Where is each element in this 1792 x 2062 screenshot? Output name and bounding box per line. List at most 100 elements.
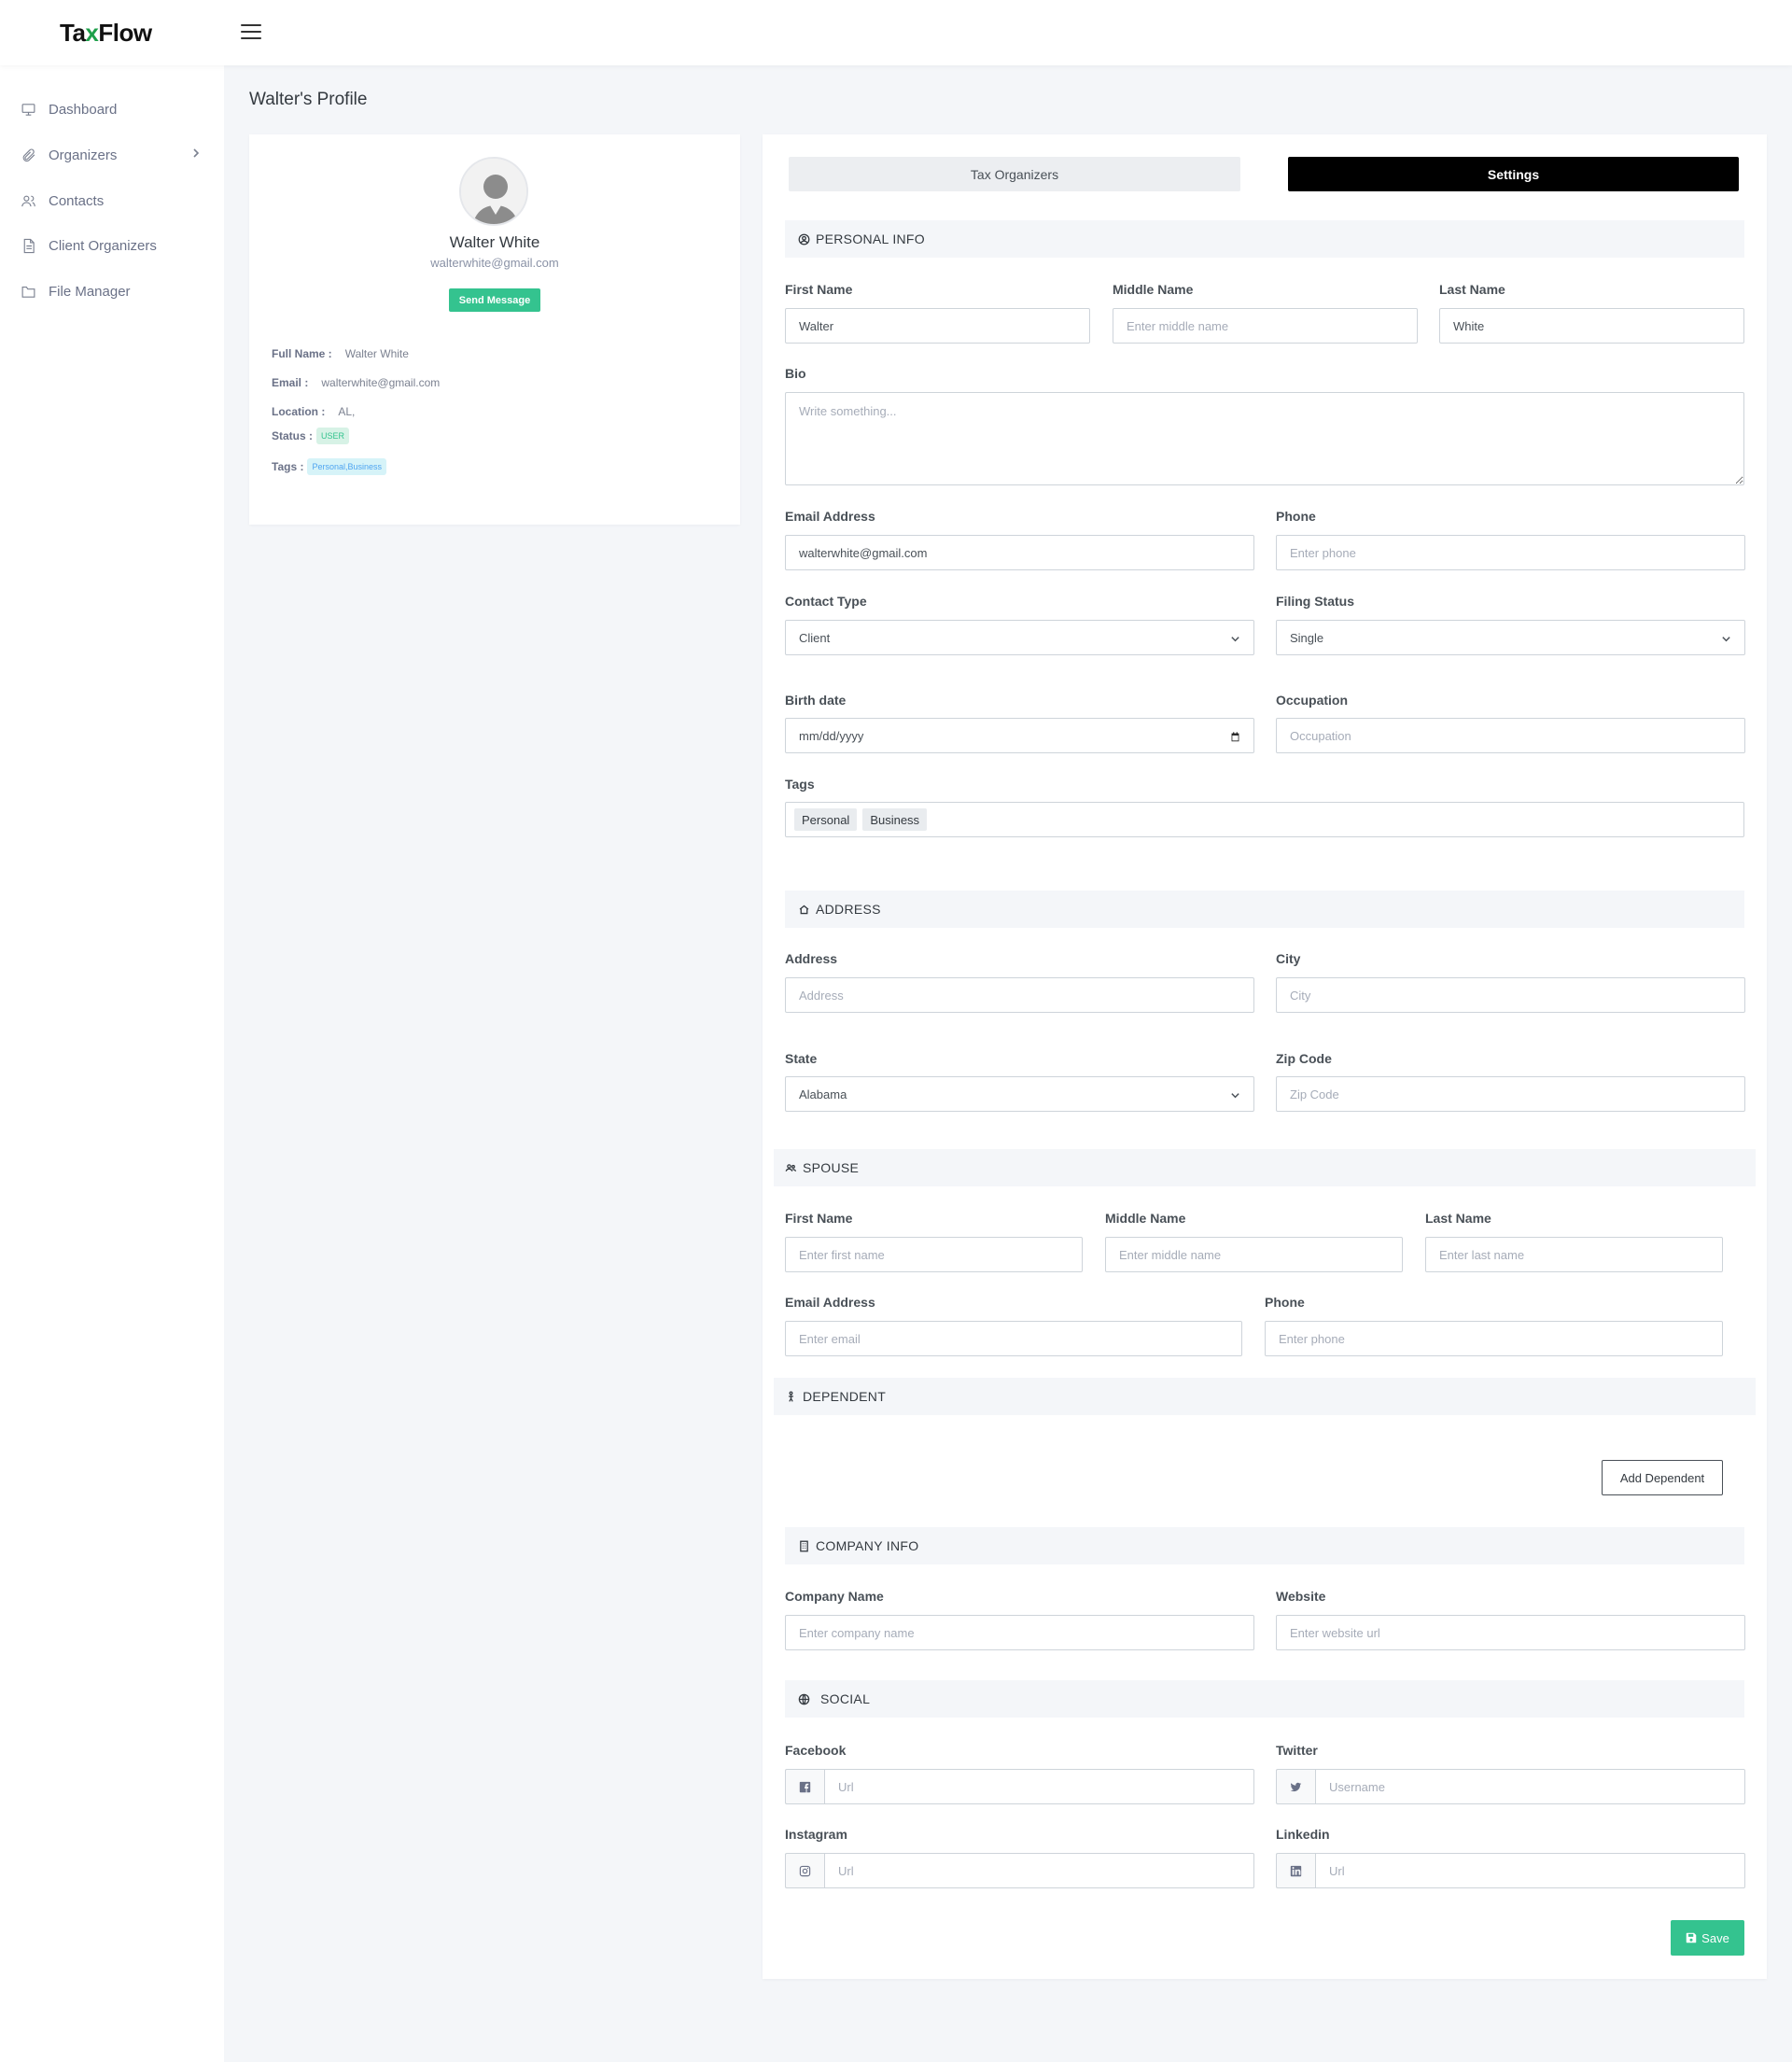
facebook-url-field[interactable] [824,1769,1254,1804]
personal-info-header: PERSONAL INFO [785,220,1744,258]
tags-label: Tags [785,777,815,792]
sidebar-item-contacts[interactable]: Contacts [0,180,224,221]
address-field[interactable] [785,977,1254,1013]
bio-label: Bio [785,366,806,381]
tab-tax-organizers[interactable]: Tax Organizers [789,157,1240,191]
monitor-icon [21,103,35,116]
tab-settings[interactable]: Settings [1288,157,1739,191]
avatar [459,157,528,226]
add-dependent-button[interactable]: Add Dependent [1602,1460,1723,1495]
instagram-icon-addon [785,1853,824,1888]
tag-chip[interactable]: Personal [794,808,858,831]
paperclip-icon [22,148,35,161]
last-name-field[interactable] [1439,308,1744,344]
contact-type-select[interactable]: Client [785,620,1254,655]
section-title: SOCIAL [820,1691,871,1706]
zip-code-label: Zip Code [1276,1051,1332,1066]
email-row: Email : walterwhite@gmail.com [272,376,440,389]
twitter-icon-addon [1276,1769,1315,1804]
website-field[interactable] [1276,1615,1745,1650]
sidebar-item-organizers[interactable]: Organizers [0,134,224,175]
full-name-label: Full Name : [272,347,332,360]
instagram-label: Instagram [785,1827,847,1842]
email-value: walterwhite@gmail.com [321,376,441,389]
chevron-down-icon [1231,637,1239,642]
instagram-url-field[interactable] [824,1853,1254,1888]
twitter-username-field[interactable] [1315,1769,1745,1804]
middle-name-field[interactable] [1113,308,1418,344]
sidebar-item-client-organizers[interactable]: Client Organizers [0,225,224,266]
state-value: Alabama [799,1087,847,1101]
state-select[interactable]: Alabama [785,1076,1254,1112]
tags-badge: Personal,Business [307,458,386,475]
contact-type-label: Contact Type [785,594,867,609]
save-label: Save [1701,1930,1729,1945]
save-button[interactable]: Save [1671,1920,1744,1956]
company-info-header: COMPANY INFO [785,1527,1744,1564]
last-name-label: Last Name [1439,282,1505,297]
send-message-button[interactable]: Send Message [449,288,540,312]
user-circle-icon [798,233,810,245]
sidebar-item-file-manager[interactable]: File Manager [0,271,224,312]
filing-status-select[interactable]: Single [1276,620,1745,655]
spouse-first-name-label: First Name [785,1211,853,1226]
calendar-icon[interactable] [1230,732,1240,742]
spouse-header: SPOUSE [774,1149,1756,1186]
birth-date-label: Birth date [785,693,847,708]
location-label: Location : [272,405,326,418]
chevron-down-icon [1231,1093,1239,1099]
dependent-header: DEPENDENT [774,1378,1756,1415]
status-row: Status : USER [272,428,350,444]
profile-email: walterwhite@gmail.com [430,256,559,270]
page-title: Walter's Profile [249,90,368,109]
occupation-field[interactable] [1276,718,1745,753]
sidebar-item-label: Client Organizers [49,237,157,254]
section-title: DEPENDENT [803,1389,887,1404]
facebook-icon-addon [785,1769,824,1804]
users-icon [785,1163,797,1171]
zip-code-field[interactable] [1276,1076,1745,1112]
section-title: COMPANY INFO [816,1538,919,1553]
filing-status-value: Single [1290,630,1324,645]
status-badge: USER [316,428,350,444]
spouse-phone-field[interactable] [1265,1321,1723,1356]
full-name-row: Full Name : Walter White [272,347,409,360]
birth-date-field[interactable]: mm/dd/yyyy [785,718,1254,753]
status-label: Status : [272,429,314,442]
building-icon [800,1540,808,1551]
sidebar-item-label: Organizers [49,147,118,163]
linkedin-url-field[interactable] [1315,1853,1745,1888]
spouse-first-name-field[interactable] [785,1237,1083,1272]
child-icon [788,1390,794,1402]
file-text-icon [23,238,35,253]
location-row: Location : AL, [272,405,355,418]
chevron-right-icon [193,148,200,158]
first-name-field[interactable] [785,308,1090,344]
full-name-value: Walter White [344,347,409,360]
linkedin-icon-addon [1276,1853,1315,1888]
spouse-email-field[interactable] [785,1321,1242,1356]
city-field[interactable] [1276,977,1745,1013]
birth-date-placeholder: mm/dd/yyyy [799,728,864,743]
spouse-middle-name-field[interactable] [1105,1237,1403,1272]
profile-card: Walter White walterwhite@gmail.com Send … [249,134,740,525]
tags-input[interactable]: Personal Business [785,802,1744,837]
contact-type-value: Client [799,630,831,645]
chevron-down-icon [1722,637,1730,642]
folder-icon [21,286,35,298]
email-address-label: Email Address [785,509,875,524]
menu-toggle-icon[interactable] [241,24,261,41]
bio-textarea[interactable] [785,392,1744,485]
twitter-icon [1290,1782,1302,1791]
email-field[interactable] [785,535,1254,570]
linkedin-icon [1290,1865,1302,1876]
tag-chip[interactable]: Business [862,808,928,831]
spouse-last-name-field[interactable] [1425,1237,1723,1272]
phone-field[interactable] [1276,535,1745,570]
profile-name: Walter White [449,233,540,251]
app-logo[interactable]: TaxFlow [60,19,152,48]
company-name-field[interactable] [785,1615,1254,1650]
location-value: AL, [338,405,356,418]
sidebar-item-dashboard[interactable]: Dashboard [0,89,224,130]
sidebar-item-label: File Manager [49,283,131,300]
